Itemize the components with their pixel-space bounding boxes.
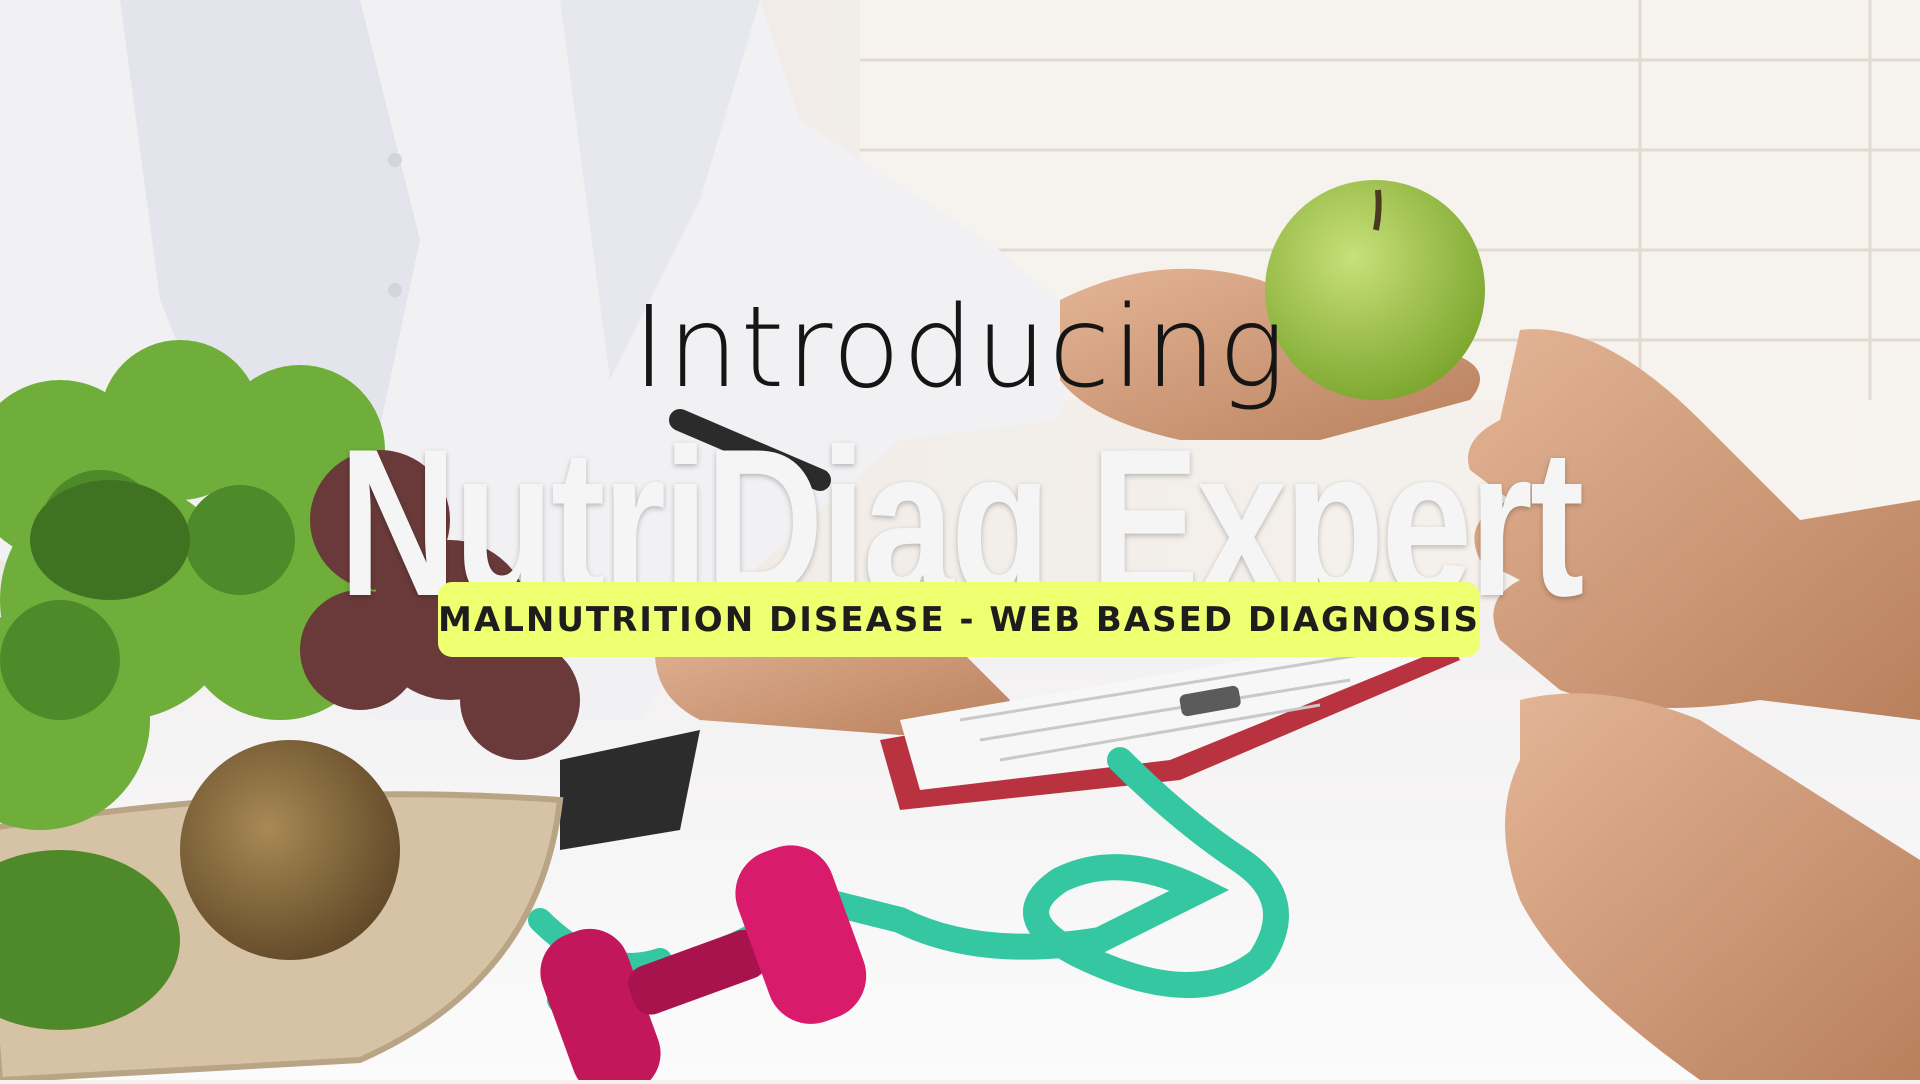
tagline-badge: MALNUTRITION DISEASE - WEB BASED DIAGNOS…: [438, 582, 1480, 657]
hero-overlay: Introducing NutriDiag Expert MALNUTRITIO…: [0, 0, 1920, 1080]
intro-heading: Introducing: [632, 283, 1288, 413]
